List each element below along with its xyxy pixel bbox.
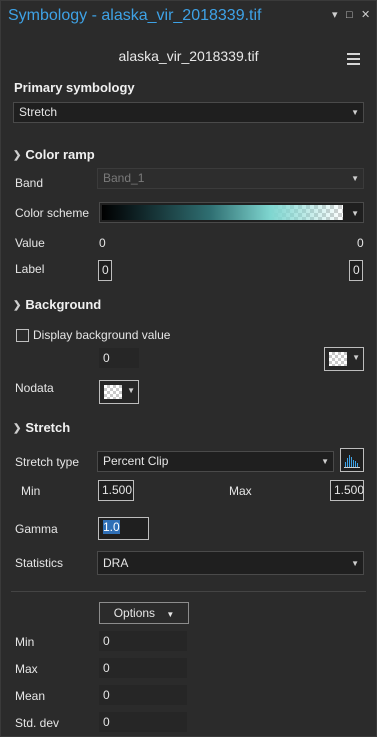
chevron-down-icon: ▼ (127, 386, 135, 395)
color-ramp-heading-label: Color ramp (25, 147, 95, 162)
background-value-field[interactable]: 0 (99, 348, 139, 368)
primary-symbology-value: Stretch (19, 105, 58, 119)
stats-max-label: Max (15, 662, 38, 676)
statistics-label: Statistics (15, 556, 64, 570)
no-color-swatch-icon (329, 352, 347, 366)
label-label: Label (15, 262, 45, 276)
stretch-heading-label: Stretch (25, 420, 71, 435)
stretch-type-value: Percent Clip (103, 454, 169, 468)
section-divider (11, 591, 366, 592)
chevron-down-icon: ▼ (352, 353, 360, 362)
chevron-down-icon: ▼ (166, 610, 175, 619)
chevron-down-icon: ▼ (351, 559, 359, 568)
collapse-chevron-icon: ❯ (13, 150, 22, 161)
close-icon[interactable]: ✕ (361, 9, 370, 21)
stretch-min-input[interactable]: 1.500 (98, 480, 134, 501)
value-max: 0 (357, 236, 364, 250)
stats-stddev-label: Std. dev (15, 716, 60, 730)
band-value: Band_1 (103, 171, 145, 185)
title-bar: Symbology - alaska_vir_2018339.tif ▾ □ ✕ (1, 1, 376, 35)
options-button[interactable]: Options ▼ (99, 602, 189, 624)
display-background-label: Display background value (33, 328, 171, 342)
value-label: Value (15, 236, 45, 250)
stats-min-label: Min (15, 635, 35, 649)
stretch-max-label: Max (229, 484, 252, 498)
histogram-button[interactable] (340, 448, 364, 472)
stats-mean-label: Mean (15, 689, 46, 703)
stats-max-value: 0 (99, 658, 187, 678)
collapse-chevron-icon: ❯ (13, 423, 22, 434)
stretch-min-label: Min (21, 484, 41, 498)
band-dropdown[interactable]: Band_1 ▼ (97, 168, 364, 189)
restore-icon[interactable]: □ (346, 9, 353, 21)
chevron-down-icon: ▼ (351, 108, 359, 117)
symbology-pane: Symbology - alaska_vir_2018339.tif ▾ □ ✕… (0, 0, 377, 737)
color-scheme-dropdown[interactable]: ▼ (99, 202, 364, 223)
layer-name: alaska_vir_2018339.tif (118, 48, 259, 64)
stats-min-value: 0 (99, 631, 187, 651)
display-background-checkbox[interactable] (16, 329, 29, 342)
gamma-input[interactable]: 1.0 (98, 517, 149, 540)
gamma-label: Gamma (15, 522, 58, 536)
primary-symbology-heading: Primary symbology (14, 80, 135, 95)
stretch-type-dropdown[interactable]: Percent Clip ▼ (97, 451, 334, 472)
chevron-down-icon: ▼ (351, 174, 359, 183)
collapse-chevron-icon: ❯ (13, 300, 22, 311)
stretch-type-label: Stretch type (15, 455, 80, 469)
stretch-heading[interactable]: ❯ Stretch (13, 420, 70, 435)
value-min: 0 (99, 236, 106, 250)
background-heading-label: Background (25, 297, 102, 312)
stats-stddev-value: 0 (99, 712, 187, 732)
chevron-down-icon: ▼ (321, 457, 329, 466)
background-heading[interactable]: ❯ Background (13, 297, 101, 312)
gamma-value-selected: 1.0 (103, 520, 120, 534)
label-min-input[interactable]: 0 (98, 260, 112, 281)
statistics-value: DRA (103, 556, 129, 570)
histogram-icon (344, 455, 360, 468)
background-color-picker[interactable]: ▼ (324, 347, 364, 371)
pin-icon[interactable]: ▾ (332, 9, 338, 21)
nodata-label: Nodata (15, 381, 54, 395)
band-label: Band (15, 176, 44, 190)
color-ramp-preview (102, 205, 343, 220)
color-scheme-label: Color scheme (15, 206, 90, 220)
chevron-down-icon: ▼ (351, 209, 359, 218)
pane-title: Symbology - alaska_vir_2018339.tif (8, 7, 262, 24)
options-label: Options (113, 606, 156, 620)
color-ramp-heading[interactable]: ❯ Color ramp (13, 147, 95, 162)
label-max-input[interactable]: 0 (349, 260, 363, 281)
nodata-color-picker[interactable]: ▼ (99, 380, 139, 404)
statistics-dropdown[interactable]: DRA ▼ (97, 551, 364, 575)
stretch-max-input[interactable]: 1.500 (330, 480, 364, 501)
no-color-swatch-icon (104, 385, 122, 399)
primary-symbology-dropdown[interactable]: Stretch ▼ (13, 102, 364, 123)
stats-mean-value: 0 (99, 685, 187, 705)
hamburger-icon[interactable] (347, 53, 360, 65)
